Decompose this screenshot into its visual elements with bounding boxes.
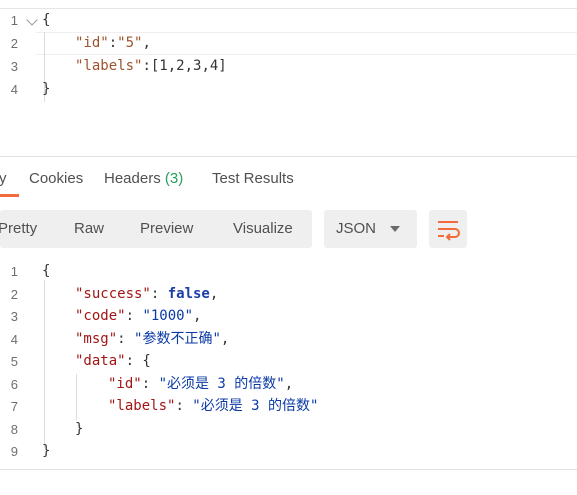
code-token: "code" bbox=[75, 308, 126, 324]
code-token: "labels" bbox=[108, 398, 176, 414]
code-line: { bbox=[42, 260, 50, 283]
code-line: } bbox=[75, 418, 83, 441]
line-number: 4 bbox=[10, 331, 18, 347]
code-line: } bbox=[42, 440, 50, 463]
tab-cookies-label: Cookies bbox=[29, 170, 84, 187]
code-token: , bbox=[284, 375, 294, 392]
code-token: "5" bbox=[117, 35, 143, 51]
code-token: : bbox=[141, 375, 159, 392]
format-select-value: JSON bbox=[336, 220, 377, 237]
code-token: "id" bbox=[75, 35, 109, 51]
code-token: false bbox=[167, 285, 210, 302]
line-number: 5 bbox=[10, 354, 18, 369]
tab-cookies[interactable]: Cookies bbox=[29, 170, 83, 187]
code-token: "data" bbox=[75, 353, 126, 369]
tab-body-label: y bbox=[0, 170, 7, 187]
code-token: "必须是 3 的倍数" bbox=[192, 398, 319, 414]
format-select[interactable]: JSON bbox=[324, 210, 417, 248]
indent-guide bbox=[76, 374, 77, 420]
code-token: , bbox=[193, 308, 202, 324]
code-line: "code": "1000", bbox=[75, 305, 201, 328]
response-toolbar: Pretty Raw Preview Visualize JSON bbox=[0, 210, 577, 250]
wrap-lines-button[interactable] bbox=[429, 210, 467, 248]
line-number: 2 bbox=[10, 36, 18, 51]
pretty-button[interactable]: Pretty bbox=[0, 220, 37, 237]
code-token: : bbox=[117, 330, 135, 347]
code-token: "success" bbox=[75, 285, 151, 302]
bottom-divider bbox=[0, 469, 577, 470]
tab-test-results-label: Test Results bbox=[212, 170, 294, 187]
line-number: 3 bbox=[10, 309, 18, 324]
indent-guide bbox=[44, 280, 45, 448]
code-token: : bbox=[175, 398, 193, 414]
code-token: "msg" bbox=[75, 330, 118, 347]
code-line: "success": false, bbox=[75, 283, 218, 306]
code-token: , bbox=[142, 35, 151, 51]
code-token: : bbox=[125, 308, 143, 324]
code-token: "1000" bbox=[142, 308, 194, 324]
headers-count-badge: (3) bbox=[164, 170, 184, 187]
line-number: 3 bbox=[10, 59, 18, 74]
tab-test-results[interactable]: Test Results bbox=[212, 170, 294, 187]
response-body-editor[interactable]: 123456789 {"success": false, "code": "100… bbox=[0, 260, 577, 470]
line-number: 7 bbox=[10, 399, 18, 414]
code-token: } bbox=[42, 443, 51, 459]
code-token: , bbox=[209, 285, 219, 302]
response-tabs: y Cookies Headers (3) Test Results bbox=[0, 166, 577, 197]
tab-body[interactable]: y bbox=[0, 170, 7, 187]
line-number: 4 bbox=[10, 82, 18, 97]
code-line: "id":"5", bbox=[75, 32, 151, 55]
code-token: } bbox=[75, 420, 84, 437]
code-token: : bbox=[108, 35, 118, 51]
line-number: 9 bbox=[10, 444, 18, 459]
line-number: 6 bbox=[10, 376, 18, 392]
raw-button[interactable]: Raw bbox=[74, 220, 104, 237]
line-number: 1 bbox=[10, 13, 18, 28]
tab-headers[interactable]: Headers (3) bbox=[104, 170, 183, 187]
visualize-button[interactable]: Visualize bbox=[233, 220, 293, 237]
code-token: : bbox=[142, 58, 151, 74]
code-token: [1,2,3,4] bbox=[150, 58, 227, 74]
code-token: } bbox=[42, 81, 51, 97]
tab-headers-label: Headers bbox=[104, 170, 161, 187]
panel-divider[interactable] bbox=[0, 156, 577, 157]
wrap-lines-icon bbox=[438, 221, 460, 241]
request-body-editor[interactable]: 1234 {"id":"5", "labels":[1,2,3,4]} bbox=[0, 8, 577, 128]
chevron-down-icon bbox=[390, 226, 400, 232]
code-line: "data": { bbox=[75, 350, 151, 373]
code-line: "id": "必须是 3 的倍数", bbox=[108, 373, 293, 396]
code-line: "labels":[1,2,3,4] bbox=[75, 55, 227, 78]
active-tab-indicator bbox=[0, 194, 19, 197]
code-line: "labels": "必须是 3 的倍数" bbox=[108, 395, 318, 418]
code-token: "必须是 3 的倍数" bbox=[158, 375, 285, 392]
code-token: , bbox=[220, 330, 230, 347]
line-number: 1 bbox=[10, 264, 18, 279]
view-mode-segmented-control: Pretty Raw Preview Visualize bbox=[0, 210, 312, 248]
preview-button[interactable]: Preview bbox=[140, 220, 193, 237]
code-token: "labels" bbox=[75, 58, 143, 74]
code-line: { bbox=[42, 9, 50, 32]
fold-chevron-icon[interactable] bbox=[26, 14, 38, 26]
line-number: 2 bbox=[10, 286, 18, 302]
code-token: "参数不正确" bbox=[134, 330, 221, 347]
code-token: : bbox=[150, 285, 168, 302]
code-line: "msg": "参数不正确", bbox=[75, 328, 229, 351]
line-number: 8 bbox=[10, 421, 18, 437]
code-line: } bbox=[42, 78, 50, 101]
code-token: "id" bbox=[108, 375, 142, 392]
code-token: { bbox=[42, 12, 51, 28]
code-token: : { bbox=[125, 353, 151, 369]
editor-top-border bbox=[0, 8, 577, 9]
code-token: { bbox=[42, 263, 51, 279]
